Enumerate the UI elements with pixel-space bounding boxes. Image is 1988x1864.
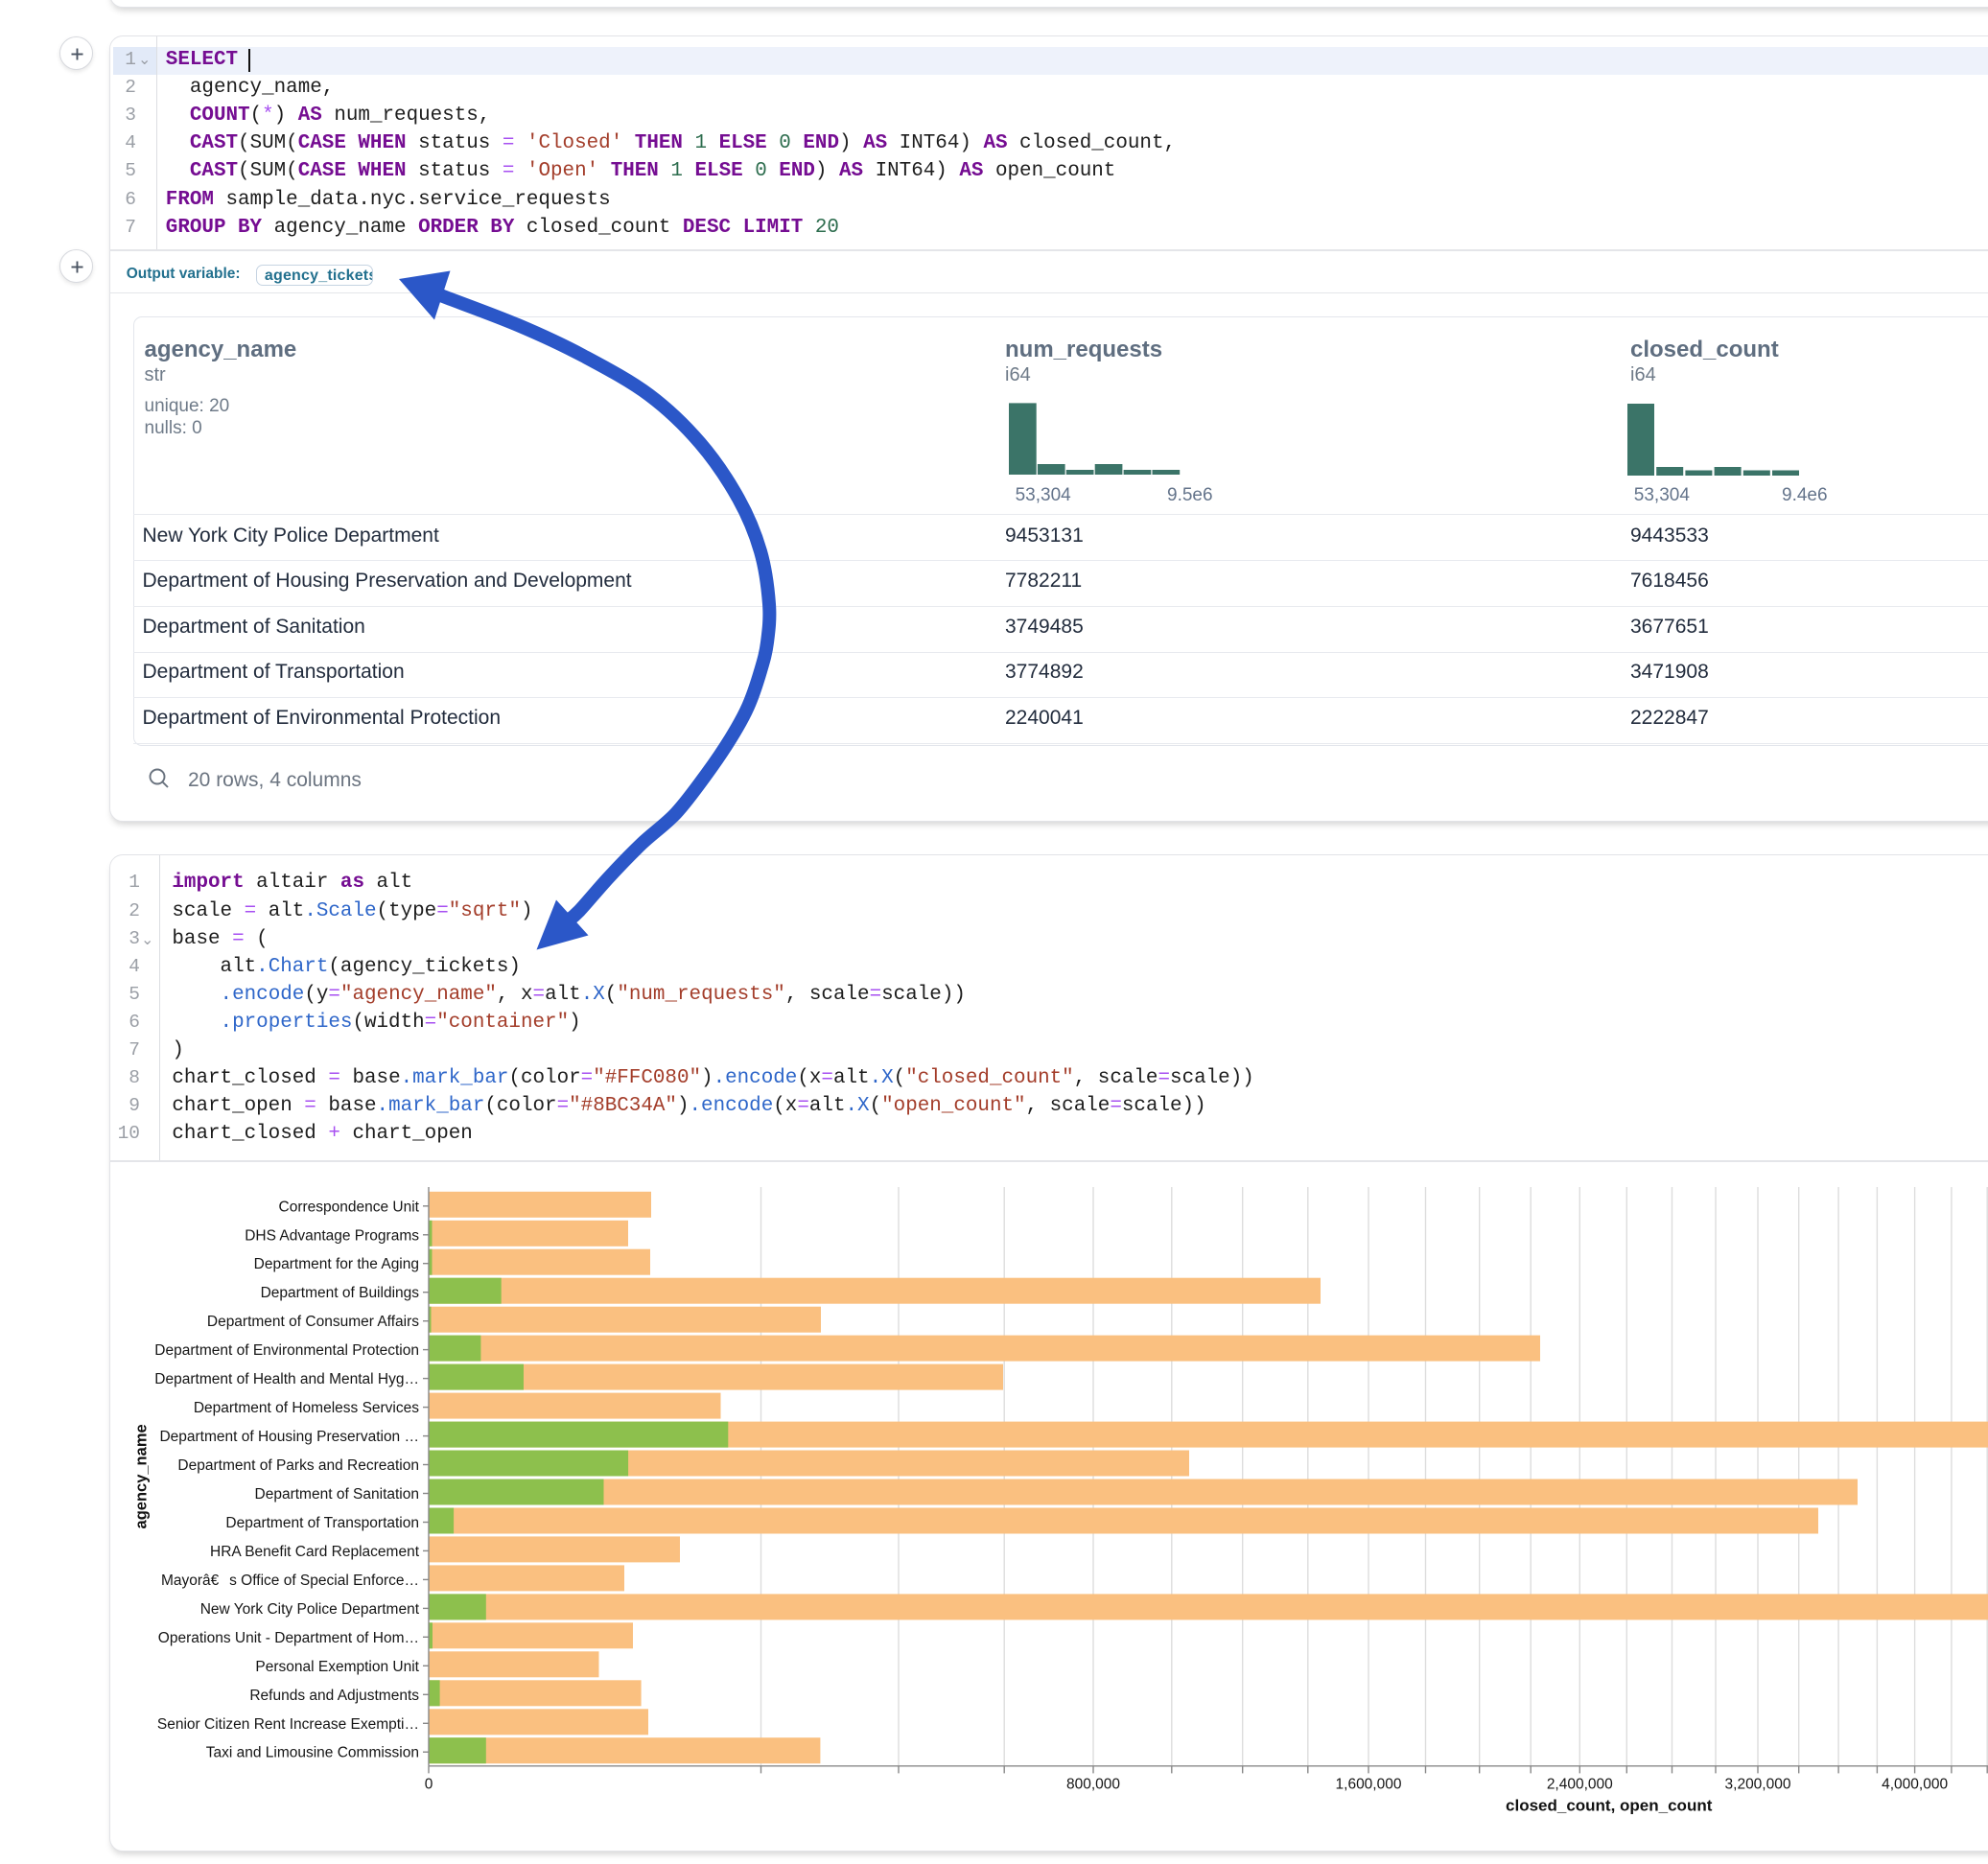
svg-text:0: 0 bbox=[425, 1777, 433, 1793]
svg-text:Senior Citizen Rent Increase E: Senior Citizen Rent Increase Exempti… bbox=[157, 1716, 419, 1733]
svg-text:Department of Buildings: Department of Buildings bbox=[261, 1285, 420, 1301]
svg-text:Department of Consumer Affairs: Department of Consumer Affairs bbox=[207, 1314, 419, 1330]
svg-text:Mayorâ€ s Office of Special E: Mayorâ€ s Office of Special Enforce… bbox=[161, 1573, 419, 1589]
svg-text:DHS Advantage Programs: DHS Advantage Programs bbox=[245, 1227, 419, 1244]
svg-text:Operations Unit - Department o: Operations Unit - Department of Hom… bbox=[158, 1630, 419, 1646]
svg-text:1,600,000: 1,600,000 bbox=[1336, 1777, 1402, 1793]
svg-text:HRA Benefit Card Replacement: HRA Benefit Card Replacement bbox=[210, 1544, 420, 1560]
svg-text:Department of Transportation: Department of Transportation bbox=[225, 1515, 419, 1531]
svg-text:Correspondence Unit: Correspondence Unit bbox=[279, 1199, 420, 1215]
svg-text:2,400,000: 2,400,000 bbox=[1547, 1777, 1613, 1793]
svg-text:Department of Health and Menta: Department of Health and Mental Hyg… bbox=[154, 1371, 419, 1387]
svg-text:Department of Parks and Recrea: Department of Parks and Recreation bbox=[177, 1457, 419, 1474]
svg-text:Taxi and Limousine Commission: Taxi and Limousine Commission bbox=[206, 1745, 419, 1761]
svg-text:closed_count, open_count: closed_count, open_count bbox=[1506, 1796, 1713, 1814]
svg-text:4,000,000: 4,000,000 bbox=[1882, 1777, 1948, 1793]
svg-text:800,000: 800,000 bbox=[1066, 1777, 1120, 1793]
svg-text:Department of Homeless Service: Department of Homeless Services bbox=[194, 1400, 419, 1416]
svg-text:Department of Sanitation: Department of Sanitation bbox=[255, 1486, 419, 1503]
svg-text:agency_name: agency_name bbox=[133, 1424, 151, 1528]
svg-text:Department for the Aging: Department for the Aging bbox=[254, 1256, 419, 1272]
svg-text:3,200,000: 3,200,000 bbox=[1725, 1777, 1791, 1793]
svg-text:Personal Exemption Unit: Personal Exemption Unit bbox=[255, 1659, 419, 1675]
svg-text:Department of Housing Preserva: Department of Housing Preservation … bbox=[159, 1429, 419, 1445]
svg-text:Refunds and Adjustments: Refunds and Adjustments bbox=[249, 1688, 419, 1704]
svg-text:New York City Police Departmen: New York City Police Department bbox=[200, 1601, 420, 1618]
svg-text:Department of Environmental Pr: Department of Environmental Protection bbox=[154, 1342, 419, 1359]
